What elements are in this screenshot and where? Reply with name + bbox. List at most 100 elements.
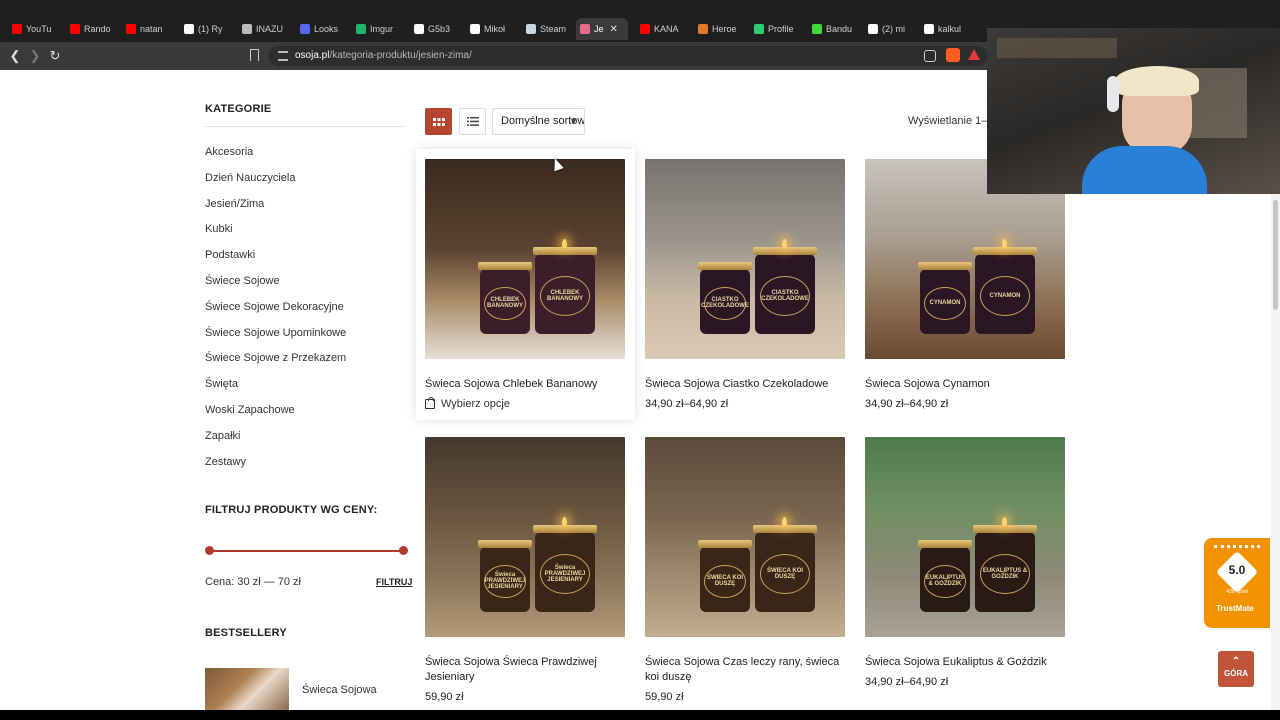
url-field[interactable]: osoja.pl/kategoria-produktu/jesien-zima/ (268, 46, 988, 66)
category-link[interactable]: Świece Sojowe Upominkowe (205, 321, 405, 347)
candle-label: CHLEBEK BANANOWY (539, 276, 591, 317)
tab-favicon-icon (12, 24, 22, 34)
price-slider-max-handle[interactable] (399, 546, 408, 555)
product-card[interactable]: Świeca PRAWDZIWEJ JESIENIARY Świeca PRAWD… (425, 437, 625, 703)
candle-jar: CHLEBEK BANANOWY (478, 262, 532, 334)
browser-tab[interactable]: Steam (522, 18, 572, 40)
tab-favicon-icon (184, 24, 194, 34)
categories-title: KATEGORIE (205, 103, 272, 115)
browser-tab[interactable]: Bandu (808, 18, 860, 40)
candle-label: CYNAMON (924, 287, 966, 320)
product-name[interactable]: Świeca Sojowa Chlebek Bananowy (425, 377, 625, 392)
back-icon[interactable]: ❮ (6, 47, 24, 65)
category-link[interactable]: Akcesoria (205, 140, 405, 166)
product-image[interactable]: EUKALIPTUS & GOŹDZIK EUKALIPTUS & GOŹDZIK (865, 437, 1065, 637)
grid-view-button[interactable] (425, 108, 452, 135)
tab-favicon-icon (470, 24, 480, 34)
product-image[interactable]: Świeca PRAWDZIWEJ JESIENIARY Świeca PRAWD… (425, 437, 625, 637)
product-image[interactable]: CHLEBEK BANANOWY CHLEBEK BANANOWY (425, 159, 625, 359)
scroll-to-top-label: GÓRA (1224, 669, 1248, 678)
bestseller-name[interactable]: Świeca Sojowa (302, 684, 377, 696)
product-name[interactable]: Świeca Sojowa Eukaliptus & Goździk (865, 655, 1065, 670)
browser-tab[interactable]: Rando (66, 18, 118, 40)
bestsellers-title: BESTSELLERY (205, 627, 287, 639)
candle-flame (782, 517, 787, 526)
category-link[interactable]: Dzień Nauczyciela (205, 166, 405, 192)
scroll-to-top-button[interactable]: ⌃ GÓRA (1218, 651, 1254, 687)
screen: YouTu Rando natan (1) Ry INAZU Looks Imgur G5b3… (0, 0, 1280, 720)
browser-tab[interactable]: Profile (750, 18, 804, 40)
browser-tab[interactable]: G5b3 (410, 18, 462, 40)
tab-favicon-icon (698, 24, 708, 34)
product-card[interactable]: CHLEBEK BANANOWY CHLEBEK BANANOWY Świeca S… (425, 159, 625, 410)
tab-close-icon[interactable]: ✕ (610, 24, 618, 35)
candle-lid (533, 525, 597, 533)
browser-tab[interactable]: Heroe (694, 18, 746, 40)
product-name[interactable]: Świeca Sojowa Czas leczy rany, świeca ko… (645, 655, 845, 685)
rewards-icon[interactable] (968, 49, 980, 60)
browser-tab[interactable]: (2) mi (864, 18, 916, 40)
candle-label: EUKALIPTUS & GOŹDZIK (979, 554, 1031, 595)
share-icon[interactable] (924, 50, 936, 62)
browser-tab[interactable]: Je ✕ (576, 18, 628, 40)
list-view-button[interactable] (459, 108, 486, 135)
tab-label: Bandu (826, 24, 853, 34)
tab-label: KANA (654, 24, 679, 34)
category-link[interactable]: Święta (205, 372, 405, 398)
scrollbar-thumb[interactable] (1273, 200, 1278, 310)
browser-tab[interactable]: Imgur (352, 18, 406, 40)
category-link[interactable]: Świece Sojowe z Przekazem (205, 346, 405, 372)
candle-label: ŚWIECA KOI DUSZĘ (704, 565, 746, 598)
category-link[interactable]: Kubki (205, 217, 405, 243)
browser-tab[interactable]: KANA (636, 18, 690, 40)
browser-tab[interactable]: YouTu (8, 18, 62, 40)
tab-label: INAZU (256, 24, 283, 34)
browser-tab[interactable]: Mikoł (466, 18, 518, 40)
tab-favicon-icon (356, 24, 366, 34)
grid-icon (432, 117, 445, 126)
candle-label: CIASTKO CZEKOLADOWE (759, 276, 811, 317)
browser-tab[interactable]: kalkul (920, 18, 970, 40)
bestseller-thumbnail[interactable] (205, 668, 289, 710)
category-link[interactable]: Zapałki (205, 424, 405, 450)
site-settings-icon[interactable] (278, 51, 288, 61)
price-slider-track[interactable] (209, 550, 404, 552)
tab-favicon-icon (70, 24, 80, 34)
browser-tab[interactable]: Looks (296, 18, 348, 40)
product-image[interactable]: CIASTKO CZEKOLADOWE CIASTKO CZEKOLADOWE (645, 159, 845, 359)
forward-icon[interactable]: ❯ (26, 47, 44, 65)
category-link[interactable]: Woski Zapachowe (205, 398, 405, 424)
brave-shield-icon[interactable] (946, 48, 960, 62)
product-card[interactable]: CIASTKO CZEKOLADOWE CIASTKO CZEKOLADOWE Św… (645, 159, 845, 410)
category-link[interactable]: Świece Sojowe Dekoracyjne (205, 295, 405, 321)
product-image[interactable]: ŚWIECA KOI DUSZĘ ŚWIECA KOI DUSZĘ (645, 437, 845, 637)
candle-jar: Świeca PRAWDZIWEJ JESIENIARY (533, 525, 597, 612)
trustmate-badge[interactable]: 5.0 428 opinii TrustMate (1204, 538, 1270, 628)
choose-options-label: Wybierz opcje (441, 398, 510, 410)
product-card[interactable]: CYNAMON CYNAMON Świeca Sojowa Cynamon 34,90… (865, 159, 1065, 410)
browser-tab[interactable]: (1) Ry (180, 18, 234, 40)
reload-icon[interactable]: ↻ (46, 47, 64, 65)
filter-button[interactable]: FILTRUJ (376, 577, 412, 587)
product-name[interactable]: Świeca Sojowa Ciastko Czekoladowe (645, 377, 845, 392)
browser-tab[interactable]: INAZU (238, 18, 292, 40)
product-name[interactable]: Świeca Sojowa Świeca Prawdziwej Jesienia… (425, 655, 625, 685)
product-card[interactable]: ŚWIECA KOI DUSZĘ ŚWIECA KOI DUSZĘ Świeca S… (645, 437, 845, 703)
bookmark-icon[interactable] (250, 49, 259, 61)
sort-select[interactable]: Domyślne sortowanie ▼ (492, 108, 585, 135)
candle-label: CHLEBEK BANANOWY (484, 287, 526, 320)
tab-label: kalkul (938, 24, 962, 34)
choose-options-button[interactable]: Wybierz opcje (425, 397, 625, 410)
category-link[interactable]: Świece Sojowe (205, 269, 405, 295)
product-card[interactable]: EUKALIPTUS & GOŹDZIK EUKALIPTUS & GOŹDZIK… (865, 437, 1065, 688)
product-name[interactable]: Świeca Sojowa Cynamon (865, 377, 1065, 392)
category-link[interactable]: Podstawki (205, 243, 405, 269)
browser-tab[interactable]: natan (122, 18, 176, 40)
trustmate-score: 5.0 (1228, 563, 1246, 577)
tab-label: Looks (314, 24, 339, 34)
candle-jar: CHLEBEK BANANOWY (533, 247, 597, 334)
price-slider-min-handle[interactable] (205, 546, 214, 555)
category-link[interactable]: Zestawy (205, 450, 405, 476)
trustmate-brand: TrustMate (1216, 604, 1254, 613)
category-link[interactable]: Jesień/Zima (205, 192, 405, 218)
